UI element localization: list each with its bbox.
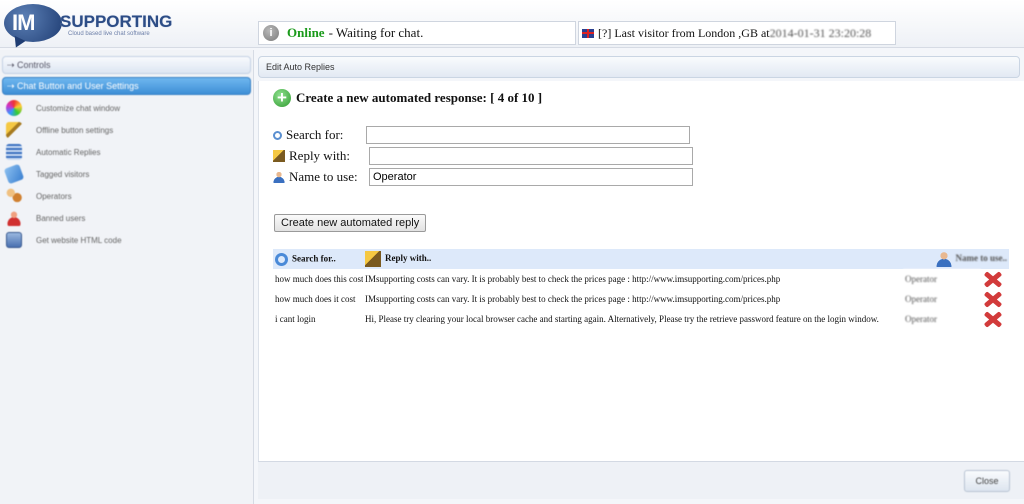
sidebar-item-customize-chat[interactable]: Customize chat window bbox=[0, 97, 253, 119]
cell-delete bbox=[981, 309, 1009, 329]
replies-table: Search for.. Reply with.. Name to use.. … bbox=[273, 249, 1009, 329]
sidebar-section-controls[interactable]: ⇢ Controls bbox=[2, 56, 251, 74]
main-panel: Edit Auto Replies + Create a new automat… bbox=[258, 56, 1024, 504]
operators-icon bbox=[6, 188, 22, 204]
logo-tagline: Cloud based live chat software bbox=[68, 31, 150, 37]
cell-search: how much does this cost bbox=[273, 269, 363, 289]
column-header-reply: Reply with.. bbox=[363, 249, 903, 269]
panel-title: Edit Auto Replies bbox=[266, 62, 335, 72]
status-label: Online bbox=[287, 25, 325, 40]
column-header-name: Name to use.. bbox=[903, 249, 1009, 269]
form-title: Create a new automated response: [ 4 of … bbox=[296, 90, 543, 105]
close-button[interactable]: Close bbox=[964, 470, 1010, 492]
column-header-search: Search for.. bbox=[273, 249, 363, 269]
column-header-label: Reply with.. bbox=[385, 253, 432, 264]
cell-delete bbox=[981, 269, 1009, 289]
logo-im-text: IM bbox=[12, 10, 35, 35]
last-visitor-box: [?] Last visitor from London ,GB at 2014… bbox=[578, 21, 896, 45]
reply-label: Reply with: bbox=[289, 148, 351, 163]
banned-icon bbox=[6, 210, 22, 226]
name-input[interactable] bbox=[369, 168, 693, 186]
table-row: how much does it cost IMsupporting costs… bbox=[273, 289, 1009, 309]
delete-icon[interactable] bbox=[983, 271, 1001, 287]
add-icon: + bbox=[273, 89, 291, 107]
sidebar-item-tagged-visitors[interactable]: Tagged visitors bbox=[0, 163, 253, 185]
cell-search: how much does it cost bbox=[273, 289, 363, 309]
status-text: - Waiting for chat. bbox=[328, 25, 424, 40]
wand-icon bbox=[365, 251, 381, 267]
search-label: Search for: bbox=[286, 127, 344, 142]
cell-name: Operator bbox=[903, 289, 981, 309]
sidebar-item-operators[interactable]: Operators bbox=[0, 185, 253, 207]
logo-text: SUPPORTING bbox=[60, 12, 173, 31]
sidebar-item-html-code[interactable]: Get website HTML code bbox=[0, 229, 253, 251]
column-header-label: Name to use.. bbox=[955, 253, 1008, 264]
create-reply-button[interactable]: Create new automated reply bbox=[274, 214, 427, 232]
sidebar-item-automatic-replies[interactable]: Automatic Replies bbox=[0, 141, 253, 163]
sidebar-section-label: Controls bbox=[17, 60, 51, 70]
cell-name: Operator bbox=[903, 269, 981, 289]
cell-search: i cant login bbox=[273, 309, 363, 329]
table-header-row: Search for.. Reply with.. Name to use.. bbox=[273, 249, 1009, 269]
sidebar-item-label: Operators bbox=[36, 191, 72, 201]
uk-flag-icon bbox=[582, 28, 594, 38]
header: IM SUPPORTING Cloud based live chat soft… bbox=[0, 0, 1024, 48]
info-icon: i bbox=[263, 25, 279, 41]
sidebar-item-offline-button[interactable]: Offline button settings bbox=[0, 119, 253, 141]
document-icon bbox=[6, 144, 22, 160]
sidebar-section-label: Chat Button and User Settings bbox=[17, 81, 139, 91]
tag-icon bbox=[3, 163, 25, 185]
user-icon bbox=[935, 251, 952, 267]
sidebar-section-chat-settings[interactable]: ⇢ Chat Button and User Settings bbox=[2, 77, 251, 95]
search-row: Search for: bbox=[273, 126, 690, 144]
delete-icon[interactable] bbox=[983, 291, 1001, 307]
reply-input[interactable] bbox=[369, 147, 693, 165]
delete-icon[interactable] bbox=[983, 311, 1001, 327]
magnifier-icon bbox=[275, 252, 288, 266]
sidebar-item-label: Offline button settings bbox=[36, 125, 114, 135]
logo: IM SUPPORTING Cloud based live chat soft… bbox=[4, 4, 172, 44]
color-wheel-icon bbox=[6, 100, 22, 116]
visitor-text: [?] Last visitor from London ,GB at bbox=[598, 25, 770, 40]
sidebar-item-label: Automatic Replies bbox=[36, 147, 101, 157]
cell-reply: IMsupporting costs can vary. It is proba… bbox=[363, 289, 903, 309]
code-icon bbox=[6, 232, 22, 248]
cell-delete bbox=[981, 289, 1009, 309]
toggle-icon: ⇢ bbox=[7, 81, 18, 91]
cell-name: Operator bbox=[903, 309, 981, 329]
sidebar-item-label: Tagged visitors bbox=[36, 169, 90, 179]
bottom-bar: Close bbox=[258, 461, 1024, 499]
search-input[interactable] bbox=[366, 126, 690, 144]
status-box: i Online - Waiting for chat. bbox=[258, 21, 576, 45]
cell-reply: IMsupporting costs can vary. It is proba… bbox=[363, 269, 903, 289]
column-header-label: Search for.. bbox=[292, 253, 336, 264]
reply-row: Reply with: bbox=[273, 147, 693, 165]
table-row: i cant login Hi, Please try clearing you… bbox=[273, 309, 1009, 329]
visitor-time: 2014-01-31 23:20:28 bbox=[769, 25, 872, 40]
panel-title-bar: Edit Auto Replies bbox=[258, 56, 1020, 78]
cell-reply: Hi, Please try clearing your local brows… bbox=[363, 309, 903, 329]
sidebar-item-banned-users[interactable]: Banned users bbox=[0, 207, 253, 229]
sidebar-item-label: Banned users bbox=[36, 213, 86, 223]
toggle-icon: ⇢ bbox=[7, 60, 18, 70]
sidebar-item-label: Get website HTML code bbox=[36, 235, 122, 245]
user-icon bbox=[273, 171, 285, 183]
content-area: + Create a new automated response: [ 4 o… bbox=[258, 81, 1024, 486]
sidebar-item-label: Customize chat window bbox=[36, 103, 121, 113]
form-title-row: + Create a new automated response: [ 4 o… bbox=[273, 89, 542, 107]
name-label: Name to use: bbox=[289, 169, 358, 184]
table-row: how much does this cost IMsupporting cos… bbox=[273, 269, 1009, 289]
magnifier-icon bbox=[273, 130, 282, 140]
wand-icon bbox=[273, 150, 285, 162]
sidebar: ⇢ Controls ⇢ Chat Button and User Settin… bbox=[0, 50, 254, 504]
name-row: Name to use: bbox=[273, 168, 693, 186]
wand-icon bbox=[6, 122, 22, 138]
